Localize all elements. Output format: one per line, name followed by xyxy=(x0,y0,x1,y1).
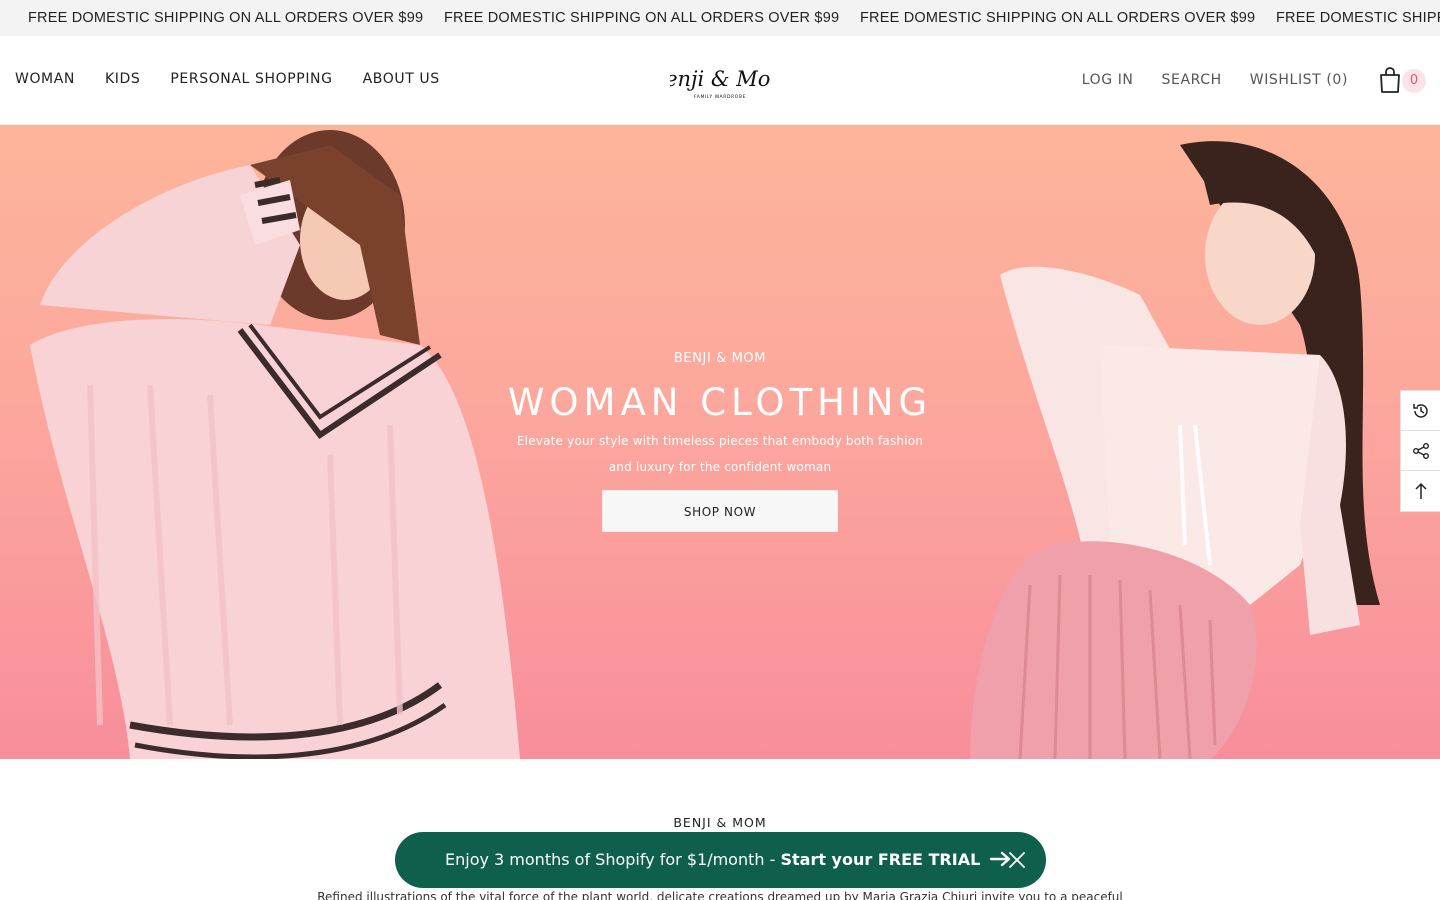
hero-title: WOMAN CLOTHING xyxy=(507,381,933,424)
announcement-message: FREE DOMESTIC SHIPPING ON ALL ORDERS OVE… xyxy=(28,10,424,26)
share-icon[interactable] xyxy=(1401,431,1440,471)
shopping-bag-icon[interactable] xyxy=(1378,66,1402,94)
svg-text:FAMILY WARDROBE: FAMILY WARDROBE xyxy=(694,94,746,100)
nav-personal-shopping-link[interactable]: PERSONAL SHOPPING xyxy=(170,71,332,87)
announcement-message: FREE DOMESTIC SHIPPING ON ALL ORDERS OVE… xyxy=(860,10,1256,26)
hero-kicker: BENJI & MOM xyxy=(673,351,767,366)
close-icon[interactable] xyxy=(1007,850,1027,870)
promo-text-bold: Start your FREE TRIAL xyxy=(780,850,981,869)
shop-now-button[interactable]: SHOP NOW xyxy=(602,490,838,532)
recently-viewed-icon[interactable] xyxy=(1401,391,1440,431)
account-nav: LOG IN SEARCH WISHLIST (0) xyxy=(1082,72,1348,88)
side-toolbar xyxy=(1400,390,1440,512)
hero-banner[interactable]: BENJI & MOM WOMAN CLOTHING Elevate your … xyxy=(0,125,1440,759)
main-nav: WOMAN KIDS PERSONAL SHOPPING ABOUT US xyxy=(15,71,440,87)
site-header: WOMAN KIDS PERSONAL SHOPPING ABOUT US Be… xyxy=(0,36,1440,125)
back-to-top-icon[interactable] xyxy=(1401,471,1440,511)
cart-count-badge[interactable]: 0 xyxy=(1402,69,1426,93)
brand-logo-mark: Benji & Mom FAMILY WARDROBE xyxy=(649,67,791,100)
announcement-bar: FREE DOMESTIC SHIPPING ON ALL ORDERS OVE… xyxy=(0,0,1440,36)
section-kicker: BENJI & MOM xyxy=(673,815,767,830)
svg-text:Benji & Mom: Benji & Mom xyxy=(670,67,770,91)
search-link[interactable]: SEARCH xyxy=(1162,72,1222,88)
login-link[interactable]: LOG IN xyxy=(1082,72,1134,88)
hero-model-left-image xyxy=(30,130,520,759)
hero-model-right-image xyxy=(970,141,1380,759)
wishlist-link[interactable]: WISHLIST (0) xyxy=(1250,72,1348,88)
promo-text-regular: Enjoy 3 months of Shopify for $1/month - xyxy=(445,850,781,869)
announcement-message: FREE DOMESTIC SHIPPING ON ALL ORDERS OVE… xyxy=(1276,10,1440,26)
hero-description: Elevate your style with timeless pieces … xyxy=(516,434,924,474)
shopify-trial-banner[interactable]: Enjoy 3 months of Shopify for $1/month -… xyxy=(395,832,1046,888)
announcement-message: FREE DOMESTIC SHIPPING ON ALL ORDERS OVE… xyxy=(444,10,840,26)
section-body-text: Refined illustrations of the vital force… xyxy=(317,890,1123,900)
nav-woman-link[interactable]: WOMAN xyxy=(15,71,75,87)
promo-text[interactable]: Enjoy 3 months of Shopify for $1/month -… xyxy=(445,850,1013,869)
brand-logo[interactable]: Benji & Mom FAMILY WARDROBE xyxy=(649,58,791,104)
nav-about-us-link[interactable]: ABOUT US xyxy=(363,71,440,87)
nav-kids-link[interactable]: KIDS xyxy=(105,71,140,87)
